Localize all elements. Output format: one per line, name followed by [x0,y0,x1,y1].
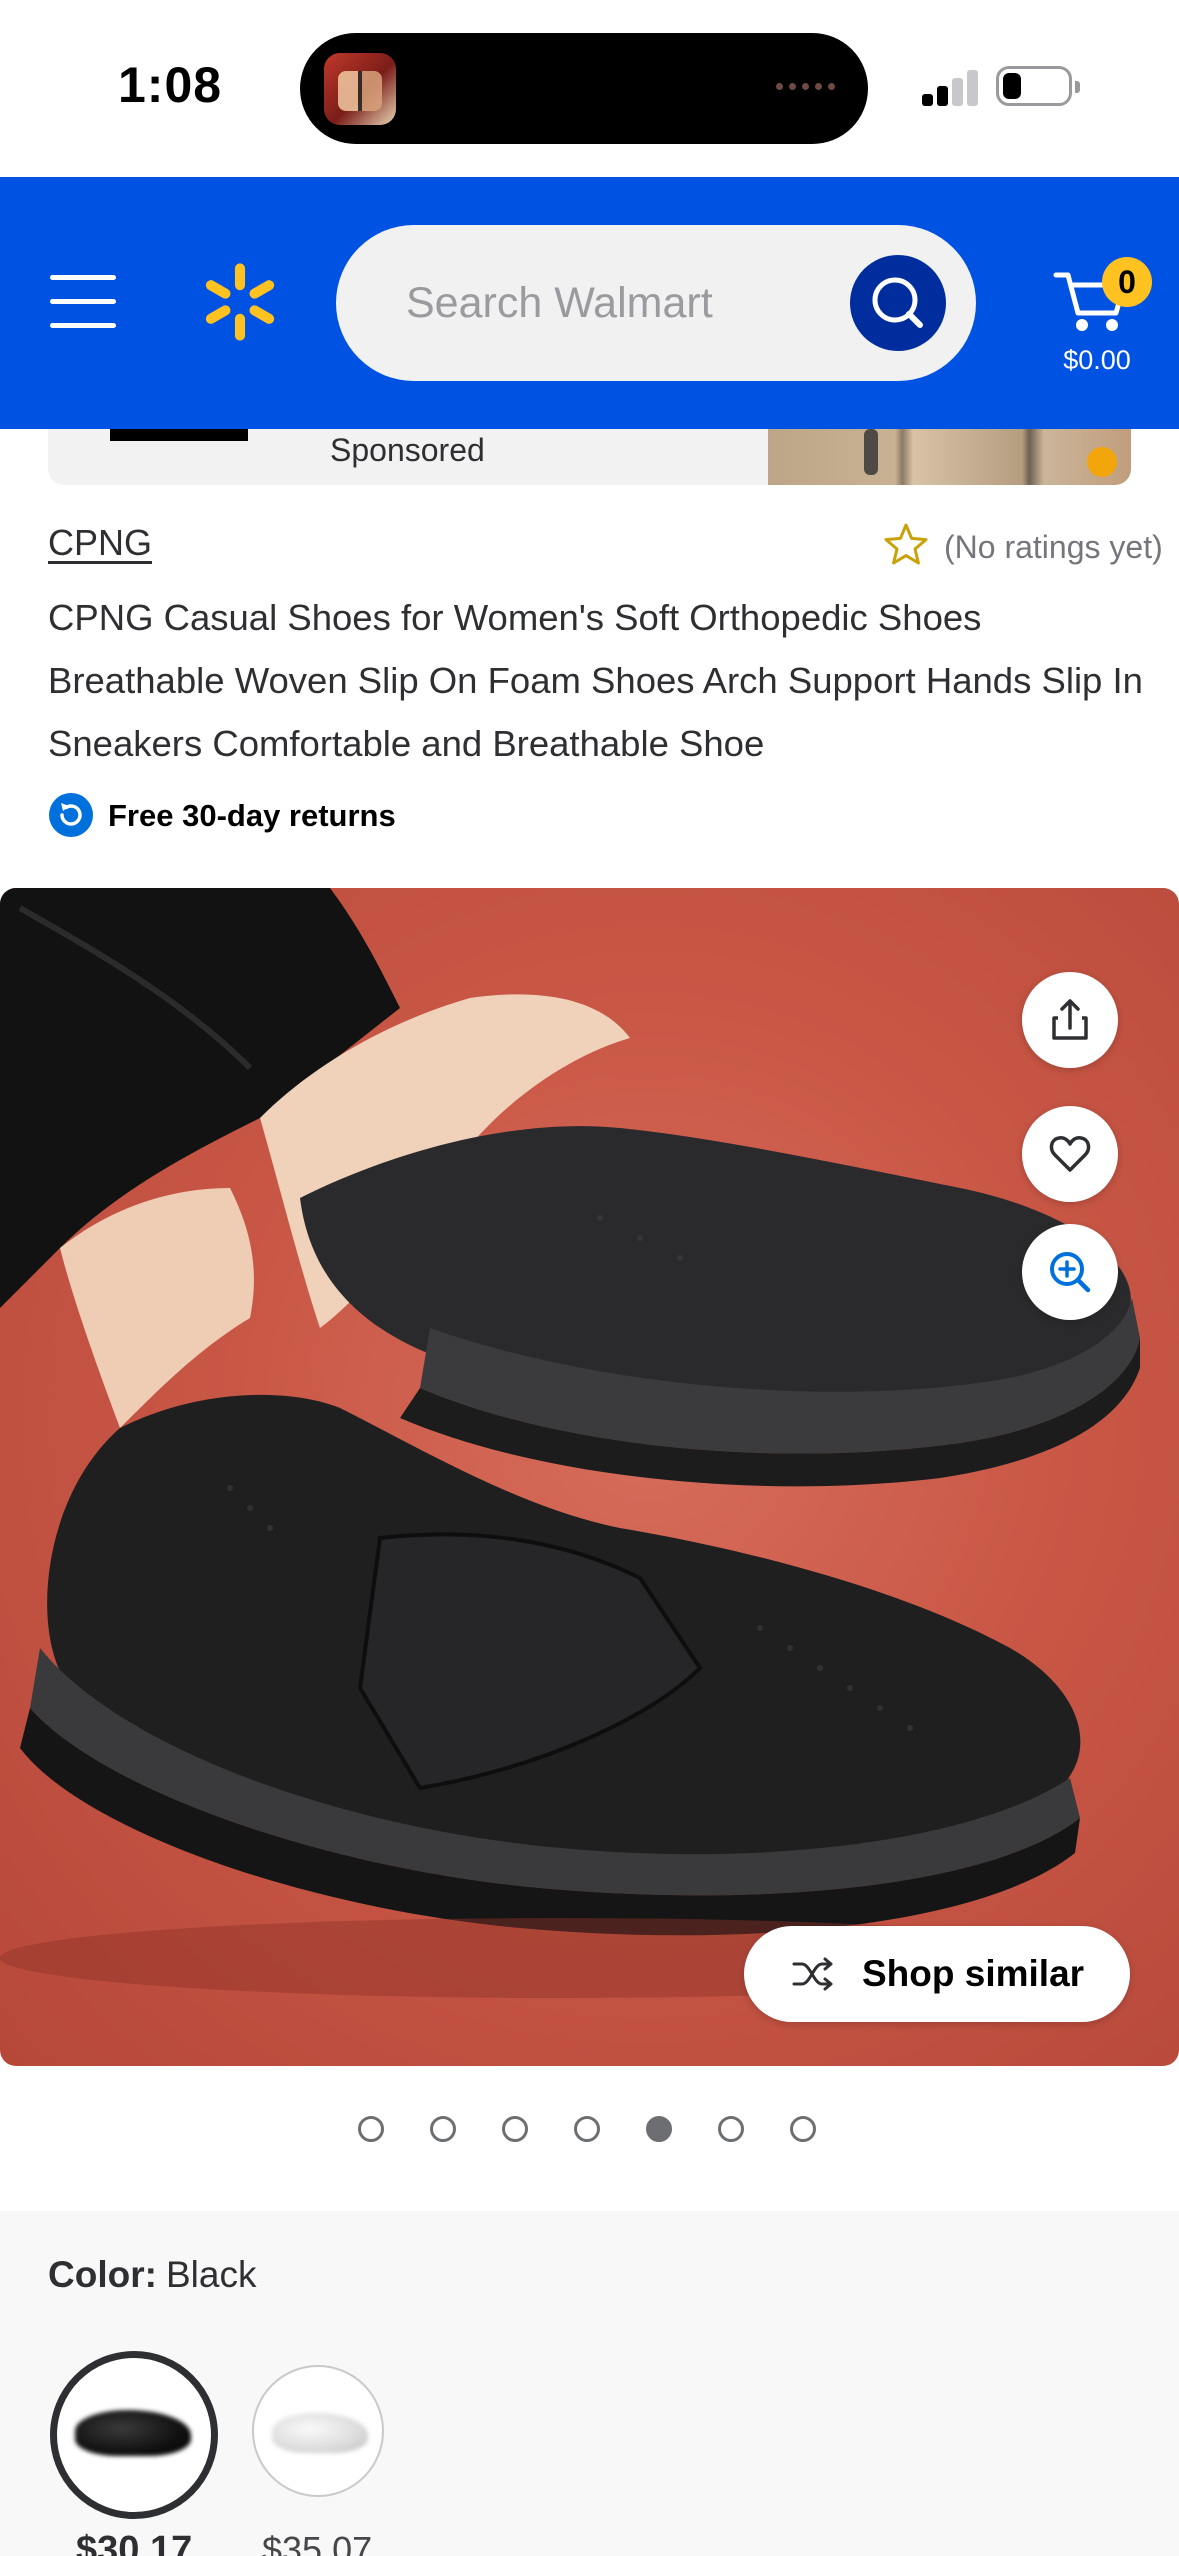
product-title: CPNG Casual Shoes for Women's Soft Ortho… [48,597,1143,764]
sponsored-brand-logo [110,429,248,441]
swatch-white[interactable] [252,2365,384,2497]
sponsored-ad-card[interactable]: Sponsored [48,429,1131,485]
walmart-spark-logo[interactable] [198,260,282,344]
color-label: Color: [48,2254,157,2295]
swatch-black[interactable] [50,2351,218,2519]
carousel-dot[interactable] [430,2116,456,2142]
share-button[interactable] [1022,972,1118,1068]
brand-link[interactable]: CPNG [48,522,152,564]
now-playing-thumbnail [324,53,396,125]
carousel-dot[interactable] [502,2116,528,2142]
favorite-button[interactable] [1022,1106,1118,1202]
carousel-dot[interactable] [790,2116,816,2142]
heart-icon [1049,1136,1091,1172]
selected-color: Black [166,2254,257,2295]
search-icon [872,277,923,328]
search-bar [336,225,976,381]
rating-text[interactable]: (No ratings yet) [944,529,1163,566]
product-image [0,888,1140,1998]
site-header: 0 $0.00 [0,177,1179,429]
product-image-carousel[interactable] [0,888,1179,2066]
search-input[interactable] [406,271,826,335]
carousel-dot[interactable] [574,2116,600,2142]
search-button[interactable] [850,255,946,351]
cart-total: $0.00 [1063,345,1131,375]
carousel-dot[interactable] [646,2116,672,2142]
share-icon [1052,999,1088,1040]
zoom-in-icon [1050,1252,1091,1293]
battery-icon [996,66,1080,106]
shop-similar-button[interactable]: Shop similar [744,1926,1130,2022]
swatch-black-price: $30.17 [76,2529,193,2556]
cart-count-badge: 0 [1102,257,1152,307]
shop-similar-label: Shop similar [862,1953,1085,1994]
dynamic-island [300,33,868,144]
status-bar: 1:08 [0,0,1179,177]
star-outline-icon[interactable] [882,521,930,569]
zoom-button[interactable] [1022,1224,1118,1320]
swatch-white-price: $35.07 [262,2529,373,2556]
menu-button[interactable] [50,275,116,329]
status-time: 1:08 [118,57,223,113]
cart-button[interactable]: 0 $0.00 [1052,227,1162,375]
returns-icon [49,793,93,837]
free-returns-label: Free 30-day returns [108,798,396,833]
carousel-dot[interactable] [718,2116,744,2142]
shuffle-icon [792,1957,833,1991]
sponsored-ad-image [768,429,1131,485]
swatch-black-image [75,2410,191,2456]
variant-selector: Color: Black $30.17 $35.07 [0,2211,1179,2556]
swatch-white-image [272,2413,368,2453]
cellular-signal-icon [922,70,980,106]
sponsored-label: Sponsored [330,432,485,468]
carousel-dot[interactable] [358,2116,384,2142]
audio-waveform-icon [776,83,838,93]
